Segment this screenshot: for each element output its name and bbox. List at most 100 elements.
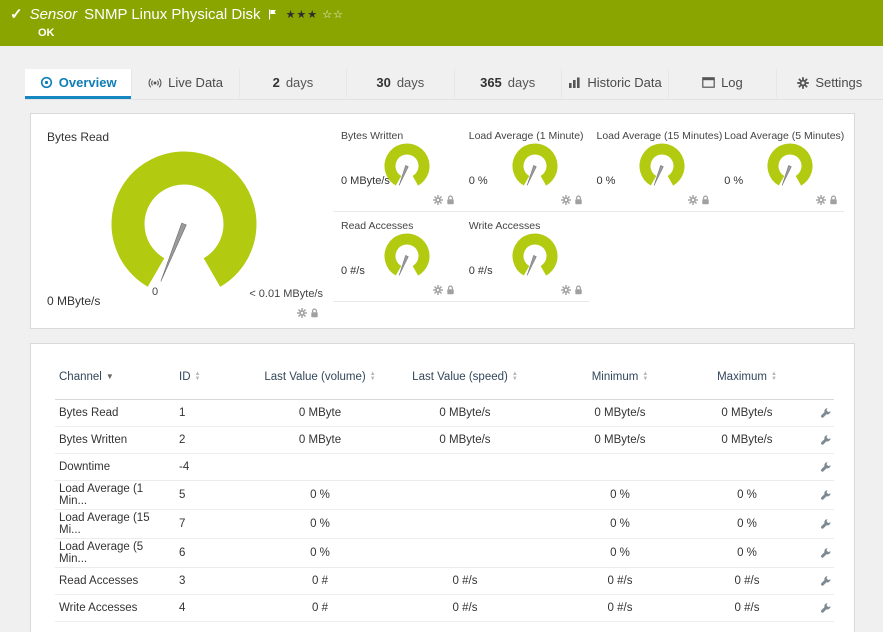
id-cell: 7 [179,518,186,530]
column-header-id[interactable]: ID ▲ ▼ [175,369,259,385]
channel-cell: Write Accesses [59,602,138,614]
gauge-settings-gear-icon[interactable] [560,195,571,205]
gauge-lock-icon[interactable] [574,195,583,205]
historic-data-icon [569,77,580,88]
gauge-settings-gear-icon[interactable] [432,195,443,205]
tab-bar: Overview Live Data 2 days 30 days 365 da… [25,69,883,100]
last-value-speed-cell: 0 MByte/s [439,434,491,446]
gauge-lock-icon[interactable] [829,195,838,205]
sort-icons: ▲ ▼ [770,370,777,382]
last-value-volume-cell: 0 % [310,547,330,559]
minimum-cell: 0 MByte/s [594,434,646,446]
column-header-last-value-volume[interactable]: Last Value (volume) ▲ ▼ [259,369,381,385]
gauge-actions [432,195,455,205]
channel-settings-wrench-icon[interactable] [819,575,832,588]
gauge-settings-gear-icon[interactable] [560,285,571,295]
main-gauge-bytes-read: Bytes Read 0 MByte/s 0 < 0.01 MByte/s [41,122,327,320]
gauge-title: Bytes Written [341,130,404,142]
tab-live-data[interactable]: Live Data [131,69,238,99]
priority-star-rating[interactable]: ★★★ ☆☆ [286,8,344,21]
column-label: Last Value (volume) [264,370,366,383]
table-row: Load Average (5 Min... 6 0 % 0 % 0 % [55,539,834,568]
table-row: Downtime -4 [55,454,834,481]
log-icon [702,77,715,88]
gauge-settings-gear-icon[interactable] [688,195,699,205]
stars-empty: ☆☆ [322,8,344,21]
gauge-title: Load Average (1 Minute) [468,130,584,142]
column-label: Minimum [591,370,639,383]
minimum-cell: 0 #/s [607,602,633,614]
column-header-channel[interactable]: Channel ▼ [55,369,175,385]
gauge-settings-gear-icon[interactable] [432,285,443,295]
maximum-cell: 0 #/s [734,575,760,587]
sort-icons: ▲ ▼ [511,370,518,382]
sort-icons: ▲ ▼ [642,370,649,382]
last-value-volume-cell: 0 # [312,602,328,614]
id-cell: 6 [179,547,186,559]
column-header-maximum[interactable]: Maximum ▲ ▼ [691,369,803,385]
maximum-cell: 0 MByte/s [721,434,773,446]
last-value-speed-cell: 0 MByte/s [439,407,491,419]
channel-settings-wrench-icon[interactable] [819,434,832,447]
id-cell: 4 [179,602,186,614]
gauge-actions [816,195,838,205]
gauge-lock-icon[interactable] [574,285,583,295]
table-row: Write Accesses 4 0 # 0 #/s 0 #/s 0 #/s [55,595,834,622]
tab-log[interactable]: Log [668,69,775,99]
last-value-volume-cell: 0 MByte [298,434,342,446]
tab-label: Log [721,75,743,90]
column-header-minimum[interactable]: Minimum ▲ ▼ [549,369,691,385]
last-value-speed-cell [381,493,549,497]
maximum-cell: 0 % [737,547,757,559]
gauge-settings-gear-icon[interactable] [816,195,826,205]
gauge-settings-gear-icon[interactable] [297,308,307,318]
tab-historic-data[interactable]: Historic Data [560,69,668,99]
channel-settings-wrench-icon[interactable] [819,489,832,502]
tab-label-number: 30 [376,75,391,90]
gauge-title: Bytes Read [47,130,110,144]
gauge-lock-icon[interactable] [446,195,455,205]
minimum-cell: 0 % [610,518,630,530]
gauge-cell-bytes-written: Bytes Written 0 MByte/s [333,122,461,212]
gauge-lock-icon[interactable] [701,195,710,205]
gauge-cell-write-accesses: Write Accesses 0 #/s [460,212,589,302]
sensor-header: ✓ Sensor SNMP Linux Physical Disk ★★★ ☆☆… [0,0,883,46]
minimum-cell: 0 MByte/s [594,407,646,419]
tab-label-word: days [507,75,536,90]
mini-gauge [384,143,430,189]
column-label: ID [179,370,191,383]
tab-365-days[interactable]: 365 days [453,69,561,99]
bytes-read-gauge [111,151,257,297]
table-row: Load Average (15 Mi... 7 0 % 0 % 0 % [55,510,834,539]
column-header-last-value-speed[interactable]: Last Value (speed) ▲ ▼ [381,369,549,385]
tab-label: Live Data [168,75,224,90]
tab-label-word: days [396,75,425,90]
maximum-cell: 0 MByte/s [721,407,773,419]
channel-settings-wrench-icon[interactable] [819,518,832,531]
last-value-volume-cell: 0 % [310,518,330,530]
tab-settings[interactable]: Settings [775,69,883,99]
channel-settings-wrench-icon[interactable] [819,547,832,560]
gauge-lock-icon[interactable] [446,285,455,295]
channel-cell: Bytes Read [59,407,119,419]
mini-gauge [767,143,813,189]
column-label: Last Value (speed) [412,370,508,383]
channel-settings-wrench-icon[interactable] [819,602,832,615]
tab-30-days[interactable]: 30 days [346,69,453,99]
live-data-icon [148,77,162,88]
channel-settings-wrench-icon[interactable] [819,461,832,474]
gauge-current-value: 0 #/s [341,265,365,277]
table-row: Bytes Written 2 0 MByte 0 MByte/s 0 MByt… [55,427,834,454]
gauge-current-value: 0 % [468,175,488,187]
channel-settings-wrench-icon[interactable] [819,407,832,420]
column-label: Channel [59,370,102,383]
gauge-actions [560,195,583,205]
gauge-current-value: 0 #/s [468,265,493,277]
tab-overview[interactable]: Overview [25,69,132,99]
table-row: Bytes Read 1 0 MByte 0 MByte/s 0 MByte/s… [55,400,834,427]
gauge-lock-icon[interactable] [310,308,319,318]
tab-2-days[interactable]: 2 days [238,69,346,99]
overview-icon [40,76,52,89]
tab-label-number: 365 [480,75,502,90]
gauge-cell-load-average-1-minute: Load Average (1 Minute) 0 % [460,122,589,212]
